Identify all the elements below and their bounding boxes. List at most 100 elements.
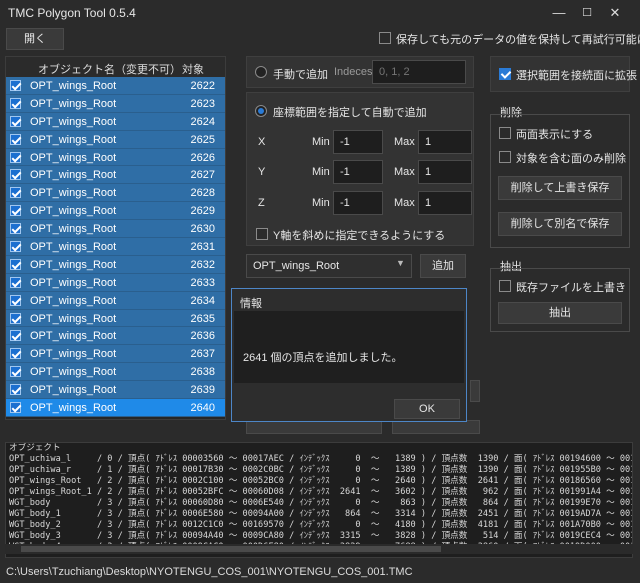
- ok-button[interactable]: OK: [394, 399, 460, 419]
- overwrite-existing-label: 既存ファイルを上書き: [516, 282, 626, 294]
- row-target-number: 2637: [190, 348, 215, 361]
- indices-input[interactable]: [372, 60, 466, 84]
- maximize-icon[interactable]: ☐: [576, 0, 598, 26]
- object-list[interactable]: オブジェクト名（変更不可） 対象 OPT_wings_Root 2622 OPT_w…: [5, 56, 226, 420]
- row-checkbox[interactable]: [10, 402, 21, 414]
- chevron-down-icon[interactable]: ▼: [396, 258, 405, 268]
- row-object-name: OPT_wings_Root: [30, 223, 117, 236]
- row-checkbox[interactable]: [10, 187, 21, 199]
- dialog-message: 2641 個の頂点を追加しました。: [243, 352, 403, 364]
- row-object-name: OPT_wings_Root: [30, 151, 117, 164]
- row-checkbox[interactable]: [10, 133, 21, 145]
- row-checkbox[interactable]: [10, 80, 21, 91]
- log-scroll-thumb[interactable]: [21, 546, 441, 552]
- auto-radio-dot: [258, 108, 264, 114]
- list-item[interactable]: OPT_wings_Root 2623: [6, 94, 225, 113]
- row-checkbox[interactable]: [10, 312, 21, 324]
- x-max-input[interactable]: [418, 130, 472, 154]
- add-button[interactable]: 追加: [420, 254, 466, 278]
- y-max-input[interactable]: [418, 160, 472, 184]
- row-checkbox[interactable]: [10, 205, 21, 217]
- hidden-button-edge[interactable]: [470, 380, 480, 402]
- row-target-number: 2632: [190, 258, 215, 271]
- x-min-input[interactable]: [333, 130, 383, 154]
- row-checkbox[interactable]: [10, 115, 21, 127]
- expand-checkbox[interactable]: [499, 68, 511, 80]
- list-item[interactable]: OPT_wings_Root 2639: [6, 381, 225, 400]
- delete-saveas-button[interactable]: 削除して別名で保存: [498, 212, 622, 236]
- header-target: 対象: [182, 64, 204, 76]
- overwrite-existing-checkbox[interactable]: [499, 280, 511, 292]
- row-checkbox[interactable]: [10, 151, 21, 163]
- open-button[interactable]: 開く: [6, 28, 64, 50]
- list-item[interactable]: OPT_wings_Root 2635: [6, 309, 225, 328]
- row-checkbox[interactable]: [10, 97, 21, 109]
- row-object-name: OPT_wings_Root: [30, 384, 117, 397]
- y-diagonal-checkbox[interactable]: [256, 228, 268, 240]
- list-item[interactable]: OPT_wings_Root 2624: [6, 112, 225, 131]
- window-title: TMC Polygon Tool 0.5.4: [8, 6, 136, 20]
- row-object-name: OPT_wings_Root: [30, 276, 117, 289]
- row-checkbox[interactable]: [10, 294, 21, 306]
- extract-button[interactable]: 抽出: [498, 302, 622, 324]
- double-sided-checkbox[interactable]: [499, 127, 511, 139]
- row-checkbox[interactable]: [10, 330, 21, 342]
- z-min-input[interactable]: [333, 191, 383, 215]
- row-object-name: OPT_wings_Root: [30, 348, 117, 361]
- only-faces-checkbox[interactable]: [499, 151, 511, 163]
- row-object-name: OPT_wings_Root: [30, 258, 117, 271]
- list-item[interactable]: OPT_wings_Root 2625: [6, 130, 225, 149]
- row-target-number: 2638: [190, 366, 215, 379]
- list-item[interactable]: OPT_wings_Root 2630: [6, 220, 225, 239]
- list-item[interactable]: OPT_wings_Root 2634: [6, 291, 225, 310]
- row-checkbox[interactable]: [10, 348, 21, 360]
- hidden-button-left[interactable]: [246, 420, 382, 434]
- close-icon[interactable]: ✕: [604, 0, 626, 26]
- row-checkbox[interactable]: [10, 384, 21, 396]
- y-min-input[interactable]: [333, 160, 383, 184]
- row-target-number: 2628: [190, 187, 215, 200]
- row-object-name: OPT_wings_Root: [30, 97, 117, 110]
- z-label: Z: [258, 197, 265, 209]
- list-item[interactable]: OPT_wings_Root 2622: [6, 77, 225, 95]
- minimize-icon[interactable]: —: [548, 0, 570, 26]
- list-item[interactable]: OPT_wings_Root 2626: [6, 148, 225, 167]
- hidden-button-right[interactable]: [392, 420, 480, 434]
- list-item[interactable]: OPT_wings_Root 2629: [6, 202, 225, 221]
- row-checkbox[interactable]: [10, 276, 21, 288]
- list-item[interactable]: OPT_wings_Root 2633: [6, 273, 225, 292]
- row-object-name: OPT_wings_Root: [30, 187, 117, 200]
- log-line: OPT_uchiwa_r / 1 / 頂点( ｱﾄﾞﾚｽ 00017B30 ～ …: [9, 465, 633, 475]
- file-path: C:\Users\Tzuchiang\Desktop\NYOTENGU_COS_…: [6, 566, 413, 578]
- row-target-number: 2627: [190, 169, 215, 182]
- auto-radio[interactable]: [255, 105, 267, 117]
- list-item[interactable]: OPT_wings_Root 2627: [6, 166, 225, 185]
- row-checkbox[interactable]: [10, 223, 21, 235]
- y-label: Y: [258, 166, 266, 178]
- row-target-number: 2635: [190, 312, 215, 325]
- object-dropdown-value: OPT_wings_Root: [253, 260, 340, 272]
- list-item[interactable]: OPT_wings_Root 2637: [6, 345, 225, 364]
- y-min-label: Min: [312, 166, 330, 178]
- list-item[interactable]: OPT_wings_Root 2640: [6, 399, 225, 417]
- row-checkbox[interactable]: [10, 169, 21, 181]
- list-item[interactable]: OPT_wings_Root 2632: [6, 255, 225, 274]
- z-max-input[interactable]: [418, 191, 472, 215]
- log-hscrollbar[interactable]: [5, 544, 633, 554]
- list-item[interactable]: OPT_wings_Root 2631: [6, 238, 225, 256]
- row-checkbox[interactable]: [10, 241, 21, 253]
- log-output[interactable]: オブジェクト OPT_uchiwa_l / 0 / 頂点( ｱﾄﾞﾚｽ 00003…: [5, 442, 633, 558]
- list-item[interactable]: OPT_wings_Root 2638: [6, 363, 225, 382]
- row-checkbox[interactable]: [10, 258, 21, 270]
- object-dropdown[interactable]: OPT_wings_Root: [246, 254, 412, 278]
- row-checkbox[interactable]: [10, 366, 21, 378]
- list-item[interactable]: OPT_wings_Root 2636: [6, 327, 225, 346]
- y-max-label: Max: [394, 166, 415, 178]
- delete-overwrite-button[interactable]: 削除して上書き保存: [498, 176, 622, 200]
- manual-radio[interactable]: [255, 66, 267, 78]
- list-item[interactable]: OPT_wings_Root 2628: [6, 184, 225, 203]
- preserve-checkbox[interactable]: [379, 32, 391, 44]
- row-object-name: OPT_wings_Root: [30, 330, 117, 343]
- expand-label: 選択範囲を接続面に拡張: [516, 70, 637, 82]
- row-target-number: 2624: [190, 115, 215, 128]
